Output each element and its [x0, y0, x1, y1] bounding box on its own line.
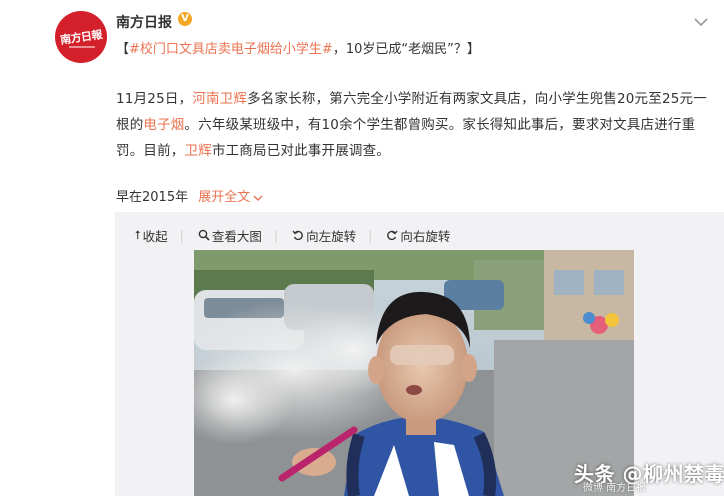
body-text: 11月25日， — [116, 91, 193, 107]
author-name[interactable]: 南方日报 — [116, 12, 172, 32]
collapse-button[interactable]: ⭡ 收起 | — [135, 226, 184, 244]
image-toolbar: ⭡ 收起 | 查看大图 | 向左旋转 | 向右旋转 — [135, 226, 450, 244]
photo-illustration — [194, 250, 634, 496]
expand-label: 展开全文 — [198, 190, 251, 205]
more-options-button[interactable] — [693, 13, 709, 27]
topic-link[interactable]: #校门口文具店卖电子烟给小学生# — [129, 42, 333, 57]
magnifier-icon — [198, 229, 210, 241]
body-text: 根的 — [116, 117, 144, 133]
verified-badge-icon: V — [178, 12, 192, 26]
watermark-weibo: 微博 南方日报 — [583, 483, 647, 494]
post-photo[interactable] — [194, 250, 634, 496]
rotate-left-icon — [292, 230, 303, 241]
rotate-right-button[interactable]: 向右旋转 — [386, 226, 450, 244]
body-line-3: 罚。目前，卫辉市工商局已对此事开展调查。 — [116, 138, 712, 164]
view-large-label: 查看大图 — [211, 228, 262, 244]
post-body: 11月25日，河南卫辉多名家长称，第六完全小学附近有两家文具店，向小学生兜售20… — [116, 86, 712, 164]
location-link[interactable]: 河南卫辉 — [192, 91, 247, 107]
author-avatar[interactable]: 南方日報 — [55, 11, 107, 63]
body-text: 多名家长称，第六完全小学附近有两家文具店，向小学生兜售20元至25元一 — [247, 91, 707, 107]
avatar-underline — [69, 46, 95, 48]
location-link[interactable]: 卫辉 — [185, 143, 212, 159]
expand-full-text-link[interactable]: 展开全文 — [198, 190, 263, 205]
divider: | — [368, 227, 373, 243]
collapse-label: 收起 — [142, 228, 168, 244]
arrow-up-icon: ⭡ — [135, 227, 141, 242]
weibo-post: 南方日報 南方日报 V 【#校门口文具店卖电子烟给小学生#，10岁已成“老烟民”… — [0, 0, 724, 496]
keyword-link[interactable]: 电子烟 — [143, 117, 184, 133]
rotate-right-label: 向右旋转 — [400, 228, 451, 244]
avatar-logo-text: 南方日報 — [59, 28, 103, 47]
divider: | — [273, 227, 279, 243]
chevron-down-icon — [253, 195, 263, 201]
view-large-button[interactable]: 查看大图 | — [198, 226, 278, 244]
rotate-left-label: 向左旋转 — [306, 228, 357, 244]
rotate-left-button[interactable]: 向左旋转 | — [292, 226, 372, 244]
rotate-right-icon — [387, 230, 398, 241]
headline-bracket-open: 【 — [116, 42, 130, 57]
post-meta: 早在2015年 展开全文 — [116, 186, 263, 205]
post-headline: 【#校门口文具店卖电子烟给小学生#，10岁已成“老烟民”？】 — [116, 38, 480, 57]
body-line-1: 11月25日，河南卫辉多名家长称，第六完全小学附近有两家文具店，向小学生兜售20… — [116, 86, 712, 112]
divider: | — [179, 227, 184, 243]
body-text: 。六年级某班级中，有10余个学生都曾购买。家长得知此事后，要求对文具店进行重 — [184, 117, 696, 133]
post-time: 早在2015年 — [116, 190, 189, 205]
body-line-2: 根的电子烟。六年级某班级中，有10余个学生都曾购买。家长得知此事后，要求对文具店… — [116, 112, 712, 138]
chevron-down-icon — [694, 18, 708, 27]
headline-quote: “老烟民”？】 — [401, 42, 480, 57]
headline-suffix: ，10岁已成 — [332, 42, 402, 57]
body-text: 罚。目前， — [116, 143, 185, 159]
body-text: 市工商局已对此事开展调查。 — [211, 143, 391, 159]
